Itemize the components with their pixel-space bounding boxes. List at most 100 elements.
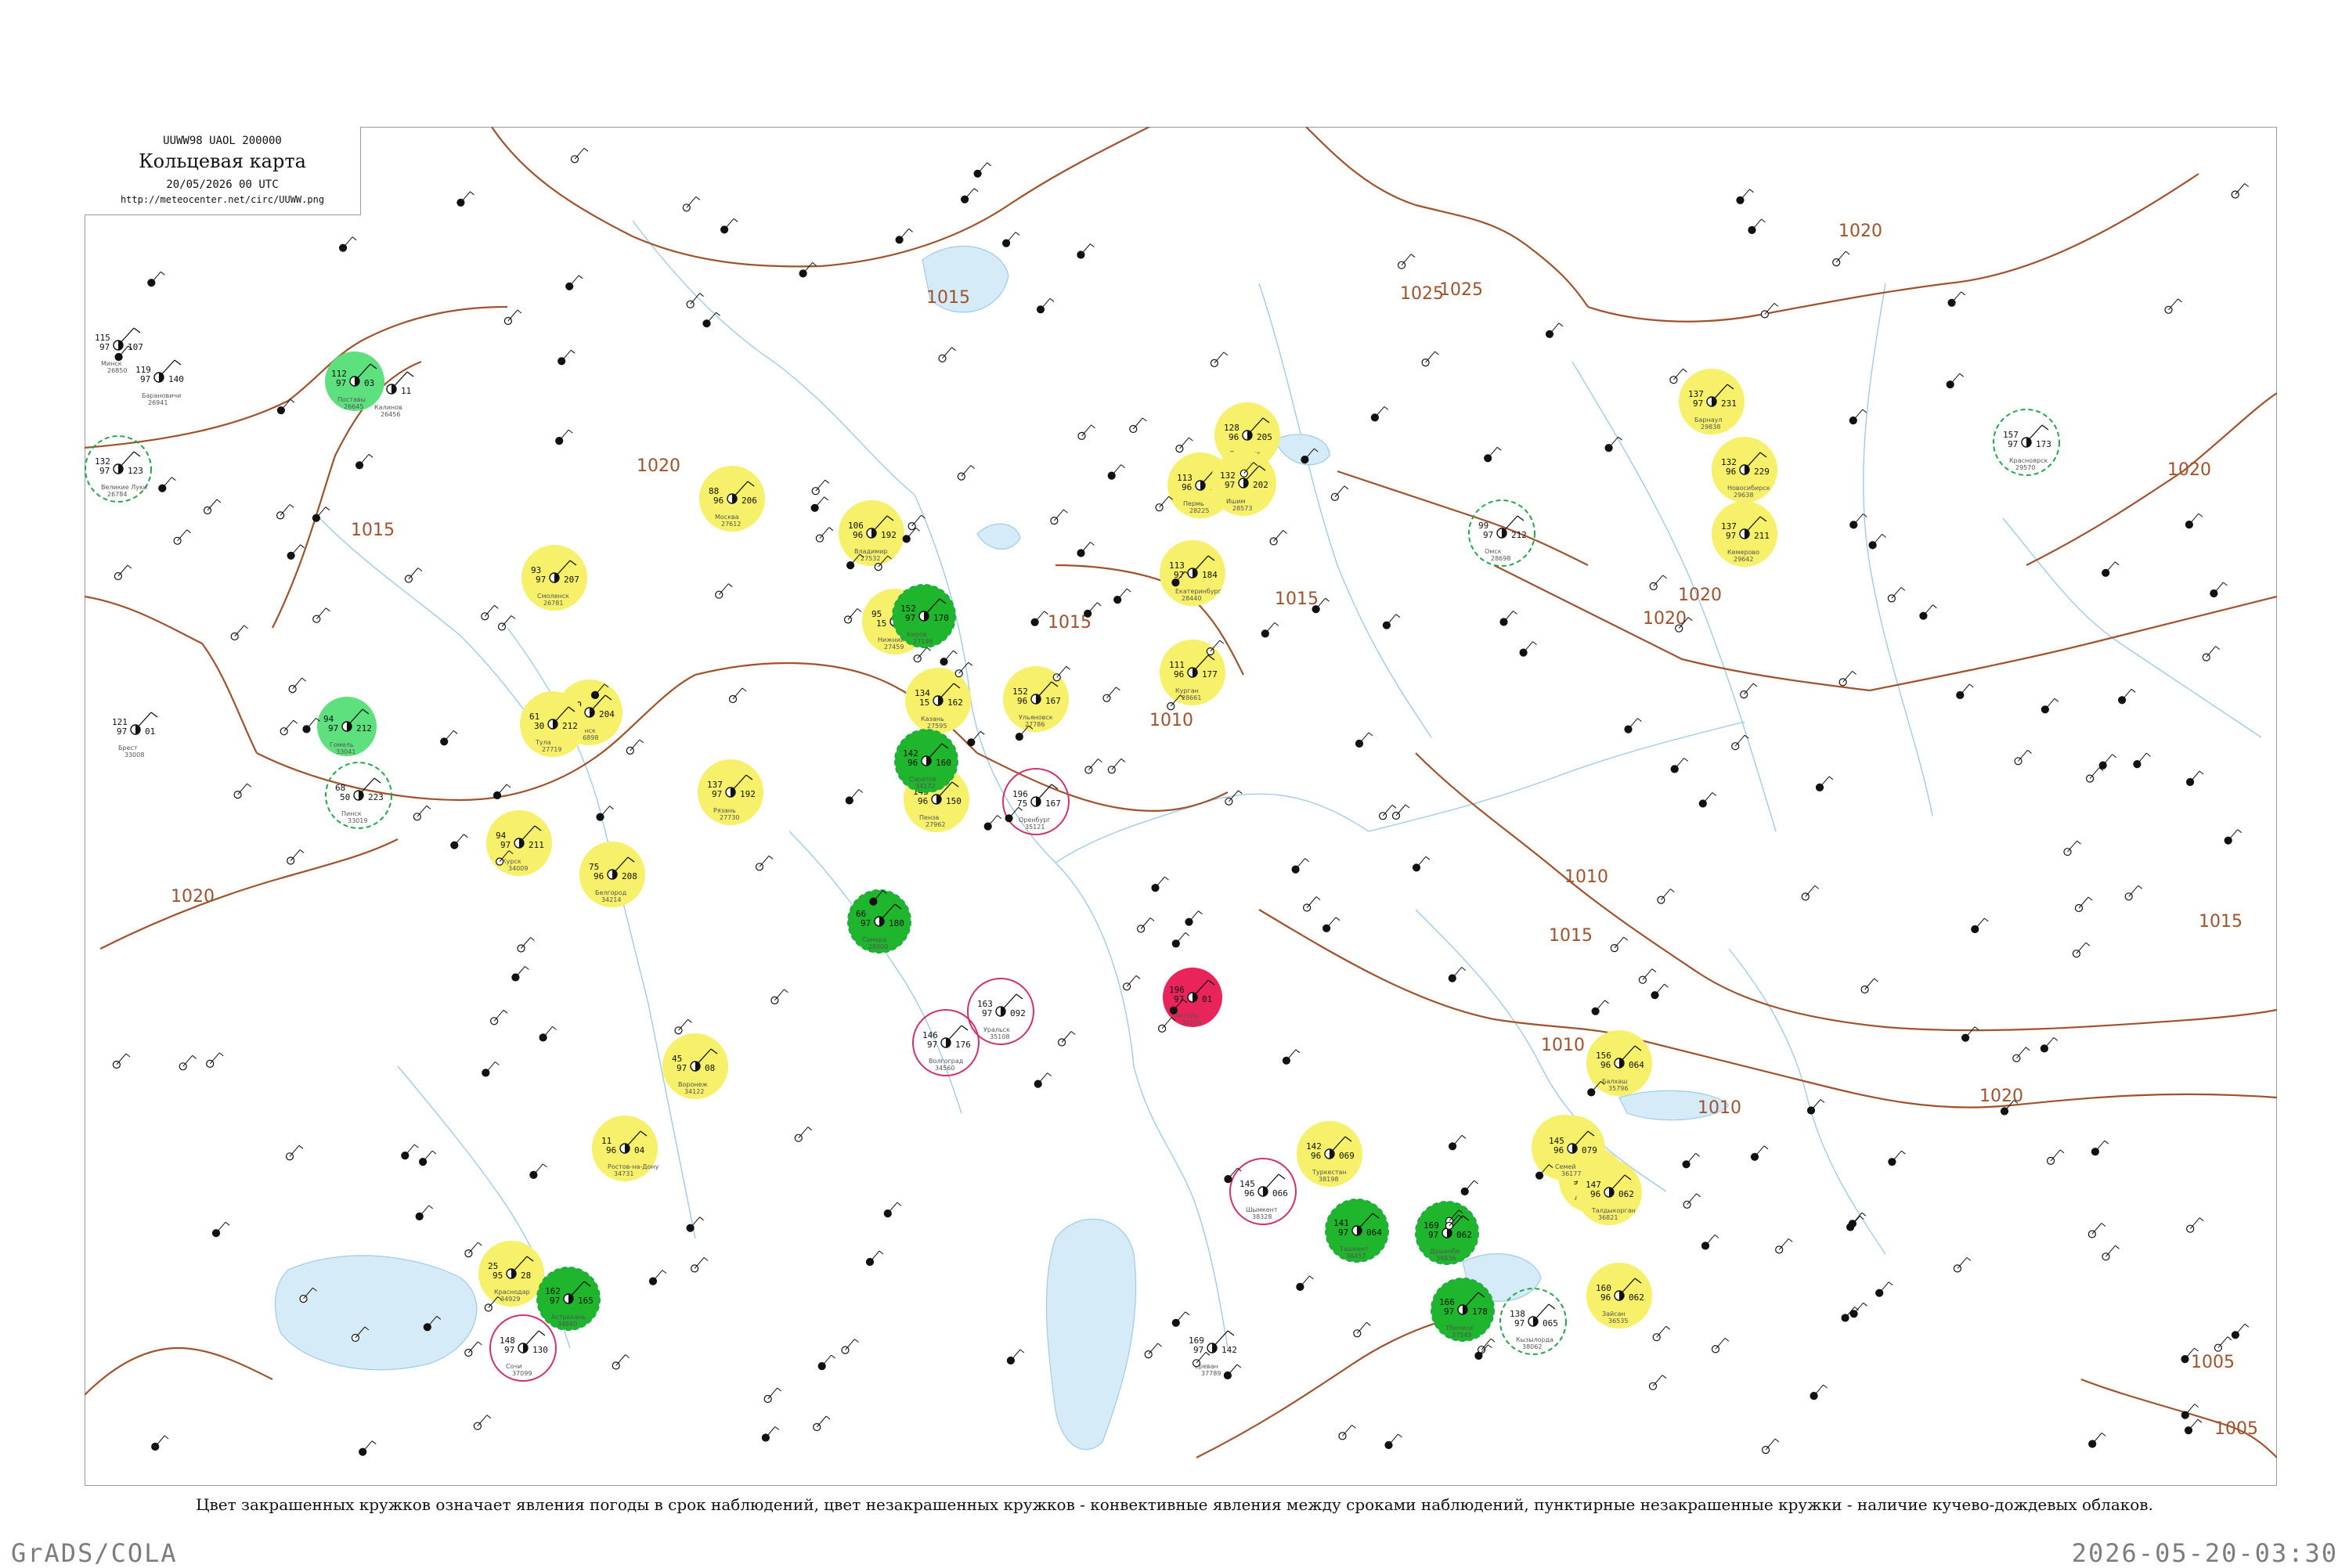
isobar-label: 1015	[1275, 589, 1319, 609]
station-plot[interactable]: 11196 177Курган28661	[1160, 640, 1225, 705]
station-plot[interactable]: 4597 08Воронеж34122	[662, 1033, 728, 1099]
observation-marker	[473, 1415, 492, 1430]
observation-marker	[1001, 232, 1020, 247]
observation-marker	[1030, 611, 1048, 626]
station-plot[interactable]: 14596 066Шымкент38328	[1229, 1158, 1297, 1225]
station-id: 34214	[601, 896, 621, 903]
station-plot[interactable]: 9497 211Курск34009	[486, 810, 552, 876]
station-dewpoint: 062	[1618, 1189, 1634, 1199]
station-temperature: 97	[1726, 531, 1736, 541]
observation-marker	[2098, 754, 2117, 770]
station-plot[interactable]: 16096 062Зайсан36535	[1586, 1263, 1652, 1328]
station-plot[interactable]: 14897 130Сочи37099	[489, 1314, 557, 1382]
station-plot[interactable]: 13797 211Кемерово29642	[1712, 501, 1777, 567]
station-plot[interactable]: 19675 167Оренбург35121	[1002, 768, 1070, 835]
station-dewpoint: 08	[705, 1063, 715, 1073]
station-plot[interactable]: 13297 123Великие Луки26784	[85, 435, 152, 503]
station-temperature: 96	[1182, 482, 1192, 492]
station-dewpoint: 167	[1045, 696, 1061, 706]
station-id: 33008	[124, 752, 144, 759]
observation-marker	[2040, 1037, 2059, 1053]
observation-marker	[1144, 1343, 1163, 1359]
station-temperature: 97	[1225, 480, 1235, 490]
observation-marker	[2047, 1149, 2065, 1166]
observation-marker	[1638, 968, 1657, 984]
station-dewpoint: 092	[1010, 1008, 1026, 1018]
station-plot[interactable]: 12197 01Брест33008	[112, 712, 158, 759]
station-plot[interactable]: 14296 069Туркестан38198	[1297, 1121, 1362, 1187]
station-plot[interactable]: 6697 180Самара28900	[847, 889, 911, 953]
station-plot[interactable]: 16297 165Астрахань34880	[536, 1267, 601, 1331]
station-plot[interactable]: 9397 207Смоленск26781	[521, 545, 587, 611]
observation-marker	[1961, 1026, 1979, 1042]
observation-marker	[1604, 436, 1622, 452]
station-id: 38457	[1346, 1253, 1366, 1260]
observation-marker	[1875, 1281, 1893, 1297]
observation-marker	[1136, 917, 1155, 933]
station-models[interactable]: 1279711Калинов2645613297123Великие Луки2…	[85, 147, 2250, 1456]
station-name: Великие Луки	[101, 484, 147, 491]
station-temperature: 96	[853, 530, 863, 540]
synoptic-map[interactable]: 1015 1020 1025 1020 1025 1015 1015 1020 1020 1015…	[85, 127, 2277, 1486]
station-plot[interactable]: 15297 170Киров27196	[892, 584, 956, 648]
station-plot[interactable]: 9997 212Омск28698	[1468, 499, 1535, 567]
station-plot[interactable]: 13296 229Новосибирск29638	[1712, 437, 1777, 503]
observation-marker	[359, 1440, 377, 1456]
station-plot[interactable]: 9497 212Гомель33041	[317, 697, 377, 756]
station-plot[interactable]: 16697 178Тбилиси37549	[1431, 1278, 1495, 1342]
station-plot[interactable]: 15797 173Красноярск29570	[1993, 409, 2060, 476]
station-dewpoint: 28	[521, 1271, 531, 1281]
station-name: Талдыкорган	[1591, 1207, 1636, 1214]
station-dewpoint: 229	[1754, 467, 1770, 477]
observation-marker	[1412, 856, 1431, 872]
observation-marker	[817, 1354, 836, 1371]
station-dewpoint: 212	[1511, 530, 1527, 540]
station-plot[interactable]: 2595 28Краснодар34929	[478, 1241, 544, 1307]
observation-marker	[960, 188, 979, 204]
station-plot[interactable]: 13897 065Кызылорда38062	[1499, 1288, 1567, 1355]
station-id: 29570	[2015, 464, 2035, 471]
station-name: Зайсан	[1602, 1310, 1626, 1317]
station-id: 33041	[336, 748, 355, 755]
station-plot[interactable]: 1196 04Ростов-на-Дону34731	[592, 1116, 659, 1181]
station-plot[interactable]: 14697 176Волгоград34560	[912, 1009, 980, 1076]
station-dewpoint: 142	[1221, 1345, 1237, 1355]
station-plot[interactable]: 16997 142Ереван37789	[1189, 1330, 1237, 1377]
station-plot[interactable]: 6130 212Тула27719	[520, 691, 586, 757]
station-plot[interactable]: 14596 079Семей36177	[1539, 1116, 1605, 1181]
station-plot[interactable]: 11997 140Барановичи26941	[135, 359, 184, 406]
station-plot[interactable]: 10696 192Владимир27532	[839, 500, 904, 566]
station-plot[interactable]: 13797 231Барнаул29838	[1679, 369, 1745, 434]
isobar-label: 1015	[351, 521, 395, 540]
station-name: Ульяновск	[1019, 714, 1053, 721]
map-source-url[interactable]: http://meteocenter.net/circ/UUWW.png	[85, 194, 360, 205]
observation-marker	[2124, 885, 2143, 901]
observation-marker	[440, 730, 458, 746]
station-plot[interactable]: 13797 192Рязань27730	[698, 759, 763, 825]
station-temperature: 97	[328, 723, 338, 734]
station-plot[interactable]: 14197 064Ташкент38457	[1325, 1199, 1389, 1263]
station-plot[interactable]: 11397 184Екатеринбург28440	[1160, 540, 1225, 606]
station-dewpoint: 211	[529, 840, 544, 850]
station-plot[interactable]: 7596 208Белгород34214	[579, 842, 645, 907]
station-plot[interactable]: 11297 03Поставы26645	[325, 351, 384, 411]
station-temperature: 97	[550, 1296, 560, 1306]
station-plot[interactable]: 6850 223Пинск33019	[325, 762, 392, 829]
observation-marker	[811, 479, 830, 496]
station-plot[interactable]: 8896 206Москва27612	[699, 466, 765, 532]
station-plot[interactable]: 13415 162Казань27595	[905, 668, 971, 734]
station-dewpoint: 150	[946, 796, 962, 806]
observation-marker	[895, 228, 913, 244]
station-plot[interactable]: 16997 062Душанбе38836	[1415, 1201, 1479, 1265]
observation-marker	[1748, 218, 1766, 234]
observation-marker	[1669, 368, 1687, 384]
station-dewpoint: 03	[364, 378, 374, 388]
station-temperature: 97	[2008, 439, 2018, 449]
station-plot[interactable]: 14296 160Саратов34172	[894, 729, 958, 793]
station-name: Новосибирск	[1727, 485, 1770, 492]
station-plot[interactable]: 13297 202Ишим28573	[1211, 450, 1276, 516]
observation-marker	[1084, 759, 1102, 774]
observation-marker	[1057, 1031, 1076, 1047]
observation-marker	[2231, 183, 2250, 199]
observation-marker	[517, 937, 535, 953]
